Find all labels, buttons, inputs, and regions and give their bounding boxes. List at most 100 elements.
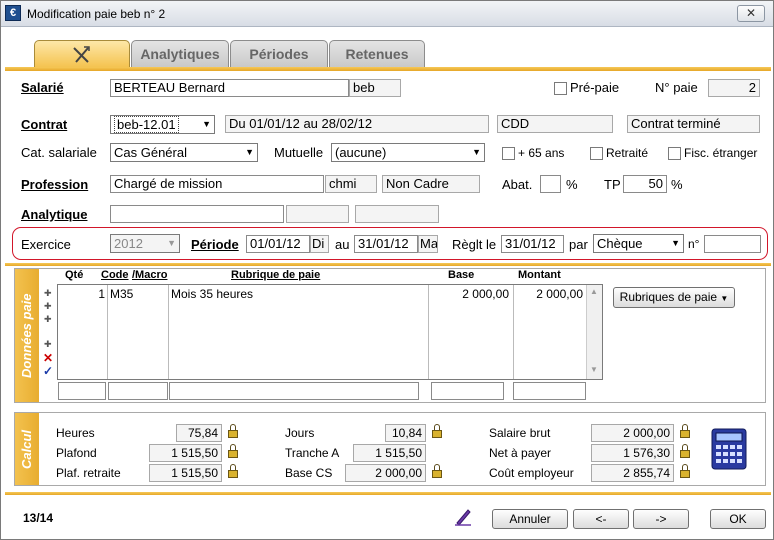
npaie-field: 2 bbox=[708, 79, 760, 97]
rubriques-button[interactable]: Rubriques de paie ▼ bbox=[613, 287, 735, 308]
plafond-value: 1 515,50 bbox=[149, 444, 222, 462]
pen-icon[interactable] bbox=[453, 506, 473, 526]
chevron-down-icon: ▼ bbox=[671, 238, 680, 248]
jours-label: Jours bbox=[285, 426, 315, 440]
entry-base-field[interactable] bbox=[431, 382, 504, 400]
no-field[interactable] bbox=[704, 235, 761, 253]
salarie-name-field[interactable]: BERTEAU Bernard bbox=[110, 79, 349, 97]
col-base: Base bbox=[448, 269, 475, 281]
prepaie-checkbox[interactable] bbox=[554, 82, 567, 95]
analytique-field[interactable] bbox=[110, 205, 284, 223]
lock-icon[interactable] bbox=[680, 424, 690, 438]
retraite-checkbox[interactable] bbox=[590, 147, 603, 160]
entry-montant-field[interactable] bbox=[513, 382, 586, 400]
validate-icon[interactable]: ✓ bbox=[43, 364, 53, 378]
exercice-label: Exercice bbox=[21, 237, 71, 252]
rubriques-list[interactable]: ▲ ▼ 1 M35 Mois 35 heures 2 000,00 2 000,… bbox=[57, 284, 603, 380]
cout-value: 2 855,74 bbox=[591, 464, 674, 482]
no-label: n° bbox=[688, 237, 700, 251]
periode-from-field[interactable]: 01/01/12 bbox=[246, 235, 310, 253]
list-scrollbar[interactable]: ▲ ▼ bbox=[586, 285, 602, 379]
tab-periodes[interactable]: Périodes bbox=[230, 40, 328, 67]
fisc-checkbox[interactable] bbox=[668, 147, 681, 160]
reglt-field[interactable]: 31/01/12 bbox=[501, 235, 564, 253]
plafret-value: 1 515,50 bbox=[149, 464, 222, 482]
row-code: M35 bbox=[110, 287, 134, 301]
entry-qte-field[interactable] bbox=[58, 382, 106, 400]
tab-analytiques[interactable]: Analytiques bbox=[131, 40, 229, 67]
periode-from-day: Di bbox=[310, 235, 329, 253]
lock-icon[interactable] bbox=[680, 464, 690, 478]
contrat-select[interactable]: beb-12.01 ▼ bbox=[110, 115, 215, 134]
lock-icon[interactable] bbox=[228, 444, 238, 458]
move-bottom-icon[interactable]: ✚ bbox=[44, 314, 52, 325]
analytique-extra-field bbox=[355, 205, 439, 223]
cout-label: Coût employeur bbox=[489, 466, 574, 480]
trancheA-label: Tranche A bbox=[285, 446, 340, 460]
next-button[interactable]: -> bbox=[633, 509, 689, 529]
rubriques-button-label: Rubriques de paie bbox=[619, 290, 718, 304]
salarie-label: Salarié bbox=[21, 80, 64, 95]
row-montant: 2 000,00 bbox=[536, 287, 583, 301]
annuler-button[interactable]: Annuler bbox=[492, 509, 568, 529]
trancheA-value: 1 515,50 bbox=[353, 444, 426, 462]
abat-field[interactable] bbox=[540, 175, 561, 193]
window: € Modification paie beb n° 2 ✕ Analytiqu… bbox=[0, 0, 774, 540]
net-value: 1 576,30 bbox=[591, 444, 674, 462]
plus65-checkbox[interactable] bbox=[502, 147, 515, 160]
ok-button[interactable]: OK bbox=[710, 509, 766, 529]
delete-icon[interactable]: ✕ bbox=[43, 351, 53, 365]
abat-label: Abat. bbox=[502, 177, 533, 192]
tab-retenues[interactable]: Retenues bbox=[329, 40, 425, 67]
lock-icon[interactable] bbox=[680, 444, 690, 458]
entry-rubrique-field[interactable] bbox=[169, 382, 419, 400]
cat-select[interactable]: Cas Général ▼ bbox=[110, 143, 258, 162]
salarie-code-field: beb bbox=[349, 79, 401, 97]
fisc-label: Fisc. étranger bbox=[684, 146, 758, 160]
lock-icon[interactable] bbox=[432, 424, 442, 438]
tools-icon bbox=[73, 46, 90, 63]
chevron-down-icon: ▼ bbox=[720, 294, 729, 303]
close-button[interactable]: ✕ bbox=[737, 5, 765, 22]
exercice-value: 2012 bbox=[114, 236, 143, 251]
contrat-dates-field: Du 01/01/12 au 28/02/12 bbox=[225, 115, 489, 133]
section-divider bbox=[5, 263, 771, 266]
profession-field[interactable]: Chargé de mission bbox=[110, 175, 324, 193]
periode-to-field[interactable]: 31/01/12 bbox=[354, 235, 418, 253]
heures-label: Heures bbox=[56, 426, 95, 440]
retraite-label: Retraité bbox=[606, 146, 649, 160]
brut-label: Salaire brut bbox=[489, 426, 551, 440]
exercice-select: 2012 ▼ bbox=[110, 234, 180, 253]
chevron-down-icon: ▼ bbox=[167, 238, 176, 248]
move-top-icon[interactable]: ✚ bbox=[44, 301, 52, 312]
periode-label: Période bbox=[191, 237, 239, 252]
mode-select[interactable]: Chèque ▼ bbox=[593, 234, 684, 253]
basecs-value: 2 000,00 bbox=[345, 464, 426, 482]
tp-field[interactable]: 50 bbox=[623, 175, 667, 193]
move-down-icon[interactable]: ✚ bbox=[44, 339, 52, 350]
record-counter: 13/14 bbox=[23, 511, 54, 525]
lock-icon[interactable] bbox=[228, 464, 238, 478]
lock-icon[interactable] bbox=[228, 424, 238, 438]
calculator-icon[interactable] bbox=[711, 428, 747, 470]
periode-to-day: Ma bbox=[418, 235, 438, 253]
move-up-icon[interactable]: ✚ bbox=[44, 288, 52, 299]
row-base: 2 000,00 bbox=[462, 287, 509, 301]
chevron-down-icon: ▼ bbox=[472, 147, 481, 157]
col-qte: Qté bbox=[65, 269, 84, 281]
lock-icon[interactable] bbox=[432, 464, 442, 478]
cat-label: Cat. salariale bbox=[21, 145, 97, 160]
analytique-label: Analytique bbox=[21, 207, 88, 222]
tab-main[interactable] bbox=[34, 40, 130, 68]
entry-code-field[interactable] bbox=[108, 382, 168, 400]
profession-code-field: chmi bbox=[325, 175, 377, 193]
reglt-label: Règlt le bbox=[452, 237, 497, 252]
au-label: au bbox=[335, 237, 350, 252]
cat-value: Cas Général bbox=[114, 145, 187, 160]
brut-value: 2 000,00 bbox=[591, 424, 674, 442]
contrat-status-field: Contrat terminé bbox=[627, 115, 760, 133]
footer-divider bbox=[5, 492, 771, 495]
mutuelle-select[interactable]: (aucune) ▼ bbox=[331, 143, 485, 162]
previous-button[interactable]: <- bbox=[573, 509, 629, 529]
col-code: Code bbox=[101, 269, 129, 281]
